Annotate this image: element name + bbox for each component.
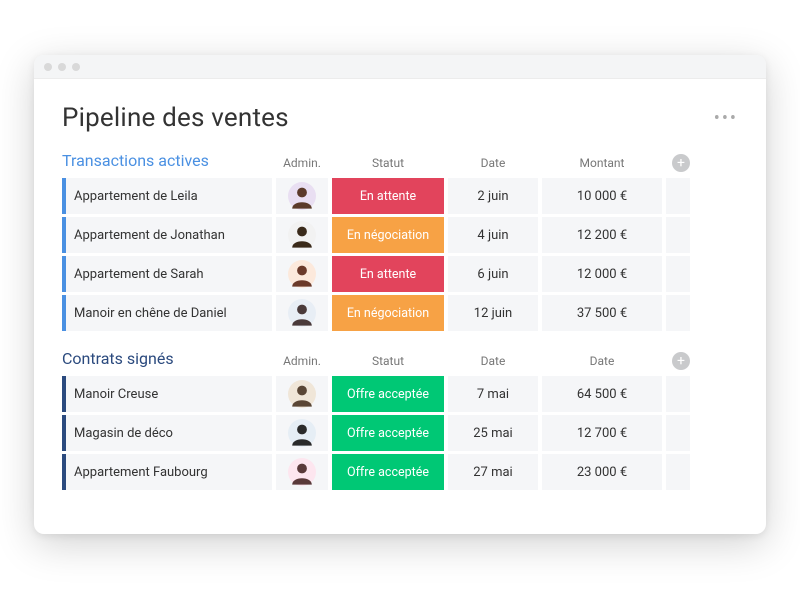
avatar — [288, 182, 316, 210]
cell-date[interactable]: 25 mai — [448, 415, 538, 451]
cell-empty — [666, 376, 690, 412]
window-control-dot[interactable] — [44, 63, 52, 71]
cell-admin[interactable] — [276, 295, 328, 331]
column-header-admin: Admin. — [276, 156, 328, 172]
add-column-button[interactable]: + — [672, 154, 690, 172]
cell-name[interactable]: Magasin de déco — [62, 415, 272, 451]
cell-date[interactable]: 4 juin — [448, 217, 538, 253]
column-header-date: Date — [448, 354, 538, 370]
section-header: Transactions actives Admin. Statut Date … — [62, 151, 738, 172]
cell-admin[interactable] — [276, 256, 328, 292]
section-header: Contrats signés Admin. Statut Date Date … — [62, 349, 738, 370]
table-row[interactable]: Appartement de Leila En attente 2 juin 1… — [62, 178, 738, 214]
cell-empty — [666, 295, 690, 331]
cell-name[interactable]: Appartement Faubourg — [62, 454, 272, 490]
section: Transactions actives Admin. Statut Date … — [62, 151, 738, 331]
cell-date[interactable]: 12 juin — [448, 295, 538, 331]
avatar — [288, 260, 316, 288]
window-titlebar — [34, 55, 766, 79]
cell-date[interactable]: 6 juin — [448, 256, 538, 292]
cell-empty — [666, 178, 690, 214]
cell-name[interactable]: Appartement de Sarah — [62, 256, 272, 292]
column-header-amount: Date — [542, 354, 662, 370]
column-header-status: Statut — [332, 354, 444, 370]
cell-amount[interactable]: 37 500 € — [542, 295, 662, 331]
cell-amount[interactable]: 10 000 € — [542, 178, 662, 214]
section-title[interactable]: Transactions actives — [62, 151, 272, 172]
cell-admin[interactable] — [276, 376, 328, 412]
cell-empty — [666, 217, 690, 253]
app-window: Pipeline des ventes ••• Transactions act… — [34, 55, 766, 534]
cell-status[interactable]: En attente — [332, 256, 444, 292]
column-header-amount: Montant — [542, 156, 662, 172]
section: Contrats signés Admin. Statut Date Date … — [62, 349, 738, 490]
column-header-date: Date — [448, 156, 538, 172]
cell-status[interactable]: Offre acceptée — [332, 415, 444, 451]
cell-admin[interactable] — [276, 454, 328, 490]
cell-amount[interactable]: 12 200 € — [542, 217, 662, 253]
avatar — [288, 299, 316, 327]
cell-admin[interactable] — [276, 415, 328, 451]
table-row[interactable]: Manoir en chêne de Daniel En négociation… — [62, 295, 738, 331]
cell-date[interactable]: 2 juin — [448, 178, 538, 214]
rows-container: Manoir Creuse Offre acceptée 7 mai 64 50… — [62, 376, 738, 490]
cell-empty — [666, 454, 690, 490]
cell-empty — [666, 415, 690, 451]
section-title[interactable]: Contrats signés — [62, 349, 272, 370]
cell-status[interactable]: Offre acceptée — [332, 454, 444, 490]
column-header-admin: Admin. — [276, 354, 328, 370]
more-menu-icon[interactable]: ••• — [714, 108, 738, 129]
cell-status[interactable]: En négociation — [332, 217, 444, 253]
cell-amount[interactable]: 12 700 € — [542, 415, 662, 451]
cell-date[interactable]: 27 mai — [448, 454, 538, 490]
table-row[interactable]: Magasin de déco Offre acceptée 25 mai 12… — [62, 415, 738, 451]
cell-status[interactable]: En négociation — [332, 295, 444, 331]
avatar — [288, 380, 316, 408]
plus-icon: + — [677, 354, 685, 368]
cell-admin[interactable] — [276, 217, 328, 253]
cell-amount[interactable]: 64 500 € — [542, 376, 662, 412]
cell-amount[interactable]: 12 000 € — [542, 256, 662, 292]
page-title: Pipeline des ventes — [62, 103, 289, 133]
table-row[interactable]: Manoir Creuse Offre acceptée 7 mai 64 50… — [62, 376, 738, 412]
page-header: Pipeline des ventes ••• — [62, 103, 738, 133]
table-row[interactable]: Appartement de Jonathan En négociation 4… — [62, 217, 738, 253]
avatar — [288, 419, 316, 447]
cell-date[interactable]: 7 mai — [448, 376, 538, 412]
cell-amount[interactable]: 23 000 € — [542, 454, 662, 490]
cell-name[interactable]: Appartement de Leila — [62, 178, 272, 214]
window-control-dot[interactable] — [58, 63, 66, 71]
cell-admin[interactable] — [276, 178, 328, 214]
column-header-status: Statut — [332, 156, 444, 172]
content-area: Pipeline des ventes ••• Transactions act… — [34, 79, 766, 534]
window-control-dot[interactable] — [72, 63, 80, 71]
add-column-button[interactable]: + — [672, 352, 690, 370]
cell-status[interactable]: En attente — [332, 178, 444, 214]
avatar — [288, 458, 316, 486]
table-row[interactable]: Appartement Faubourg Offre acceptée 27 m… — [62, 454, 738, 490]
plus-icon: + — [677, 156, 685, 170]
cell-name[interactable]: Appartement de Jonathan — [62, 217, 272, 253]
cell-empty — [666, 256, 690, 292]
cell-name[interactable]: Manoir en chêne de Daniel — [62, 295, 272, 331]
table-row[interactable]: Appartement de Sarah En attente 6 juin 1… — [62, 256, 738, 292]
avatar — [288, 221, 316, 249]
cell-name[interactable]: Manoir Creuse — [62, 376, 272, 412]
rows-container: Appartement de Leila En attente 2 juin 1… — [62, 178, 738, 331]
cell-status[interactable]: Offre acceptée — [332, 376, 444, 412]
